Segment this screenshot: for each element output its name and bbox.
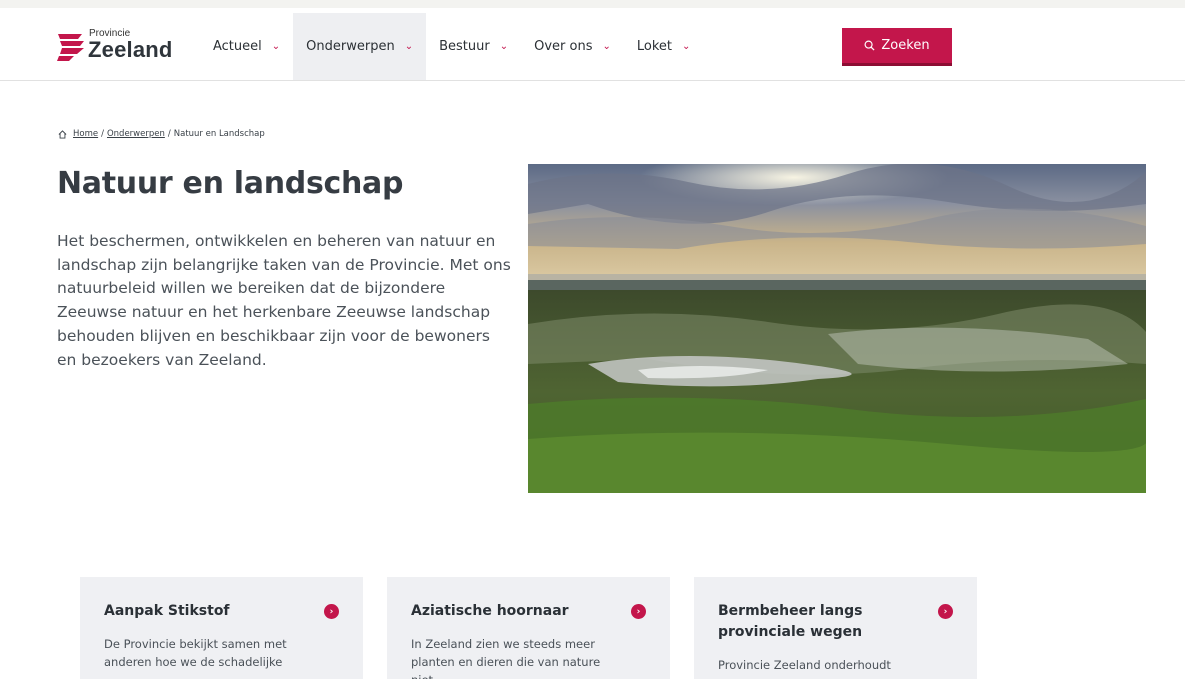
search-button-label: Zoeken xyxy=(881,38,930,53)
chevron-right-icon: › xyxy=(631,604,646,619)
card-title: Bermbeheer langs provinciale wegen xyxy=(718,603,863,640)
chevron-right-icon: › xyxy=(938,604,953,619)
breadcrumb-separator: / xyxy=(167,129,171,139)
logo-zeeland-text: Zeeland xyxy=(88,37,173,62)
logo[interactable]: Provincie Zeeland xyxy=(56,28,186,64)
chevron-down-icon: ⌄ xyxy=(404,41,414,52)
card-title: Aanpak Stikstof xyxy=(104,603,230,619)
nav-label: Bestuur xyxy=(439,39,490,54)
breadcrumb-onderwerpen-link[interactable]: Onderwerpen xyxy=(107,129,165,139)
card-text: In Zeeland zien we steeds meer planten e… xyxy=(411,637,601,679)
top-strip xyxy=(0,0,1185,8)
breadcrumb: Home / Onderwerpen / Natuur en Landschap xyxy=(58,129,265,139)
card-title: Aziatische hoornaar xyxy=(411,603,569,619)
search-button[interactable]: Zoeken xyxy=(842,28,952,66)
nav-label: Actueel xyxy=(213,39,262,54)
chevron-down-icon: ⌄ xyxy=(271,41,281,52)
breadcrumb-home-link[interactable]: Home xyxy=(73,129,98,139)
breadcrumb-separator: / xyxy=(101,129,104,139)
nav-item-actueel[interactable]: Actueel ⌄ xyxy=(200,13,293,80)
logo-icon xyxy=(57,34,84,61)
nav-item-loket[interactable]: Loket ⌄ xyxy=(624,13,704,80)
home-icon xyxy=(58,129,67,139)
search-icon xyxy=(864,40,875,51)
chevron-down-icon: ⌄ xyxy=(602,41,611,52)
card-text: De Provincie bekijkt samen met anderen h… xyxy=(104,637,287,669)
site-header: Provincie Zeeland Actueel ⌄ Onderwerpen … xyxy=(0,8,1185,81)
hero-image xyxy=(528,164,1146,493)
nav-label: Loket xyxy=(636,39,672,54)
nav-item-onderwerpen[interactable]: Onderwerpen ⌄ xyxy=(293,13,427,80)
nav-label: Over ons xyxy=(534,39,593,54)
card-aanpak-stikstof[interactable]: Aanpak Stikstof › De Provincie bekijkt s… xyxy=(80,577,363,679)
card-bermbeheer[interactable]: Bermbeheer langs provinciale wegen › Pro… xyxy=(694,577,977,679)
chevron-right-icon: › xyxy=(324,604,339,619)
nav-item-bestuur[interactable]: Bestuur ⌄ xyxy=(426,13,521,80)
card-aziatische-hoornaar[interactable]: Aziatische hoornaar › In Zeeland zien we… xyxy=(387,577,670,679)
page-title: Natuur en landschap xyxy=(57,166,404,201)
chevron-down-icon: ⌄ xyxy=(682,41,691,52)
intro-text: Het beschermen, ontwikkelen en beheren v… xyxy=(57,232,511,369)
breadcrumb-current: Natuur en Landschap xyxy=(173,129,265,139)
nav-item-over-ons[interactable]: Over ons ⌄ xyxy=(521,13,624,80)
main-nav: Actueel ⌄ Onderwerpen ⌄ Bestuur ⌄ Over o… xyxy=(200,13,703,80)
card-text: Provincie Zeeland onderhoudt xyxy=(718,658,891,672)
chevron-down-icon: ⌄ xyxy=(499,41,509,52)
nav-label: Onderwerpen xyxy=(306,39,395,54)
